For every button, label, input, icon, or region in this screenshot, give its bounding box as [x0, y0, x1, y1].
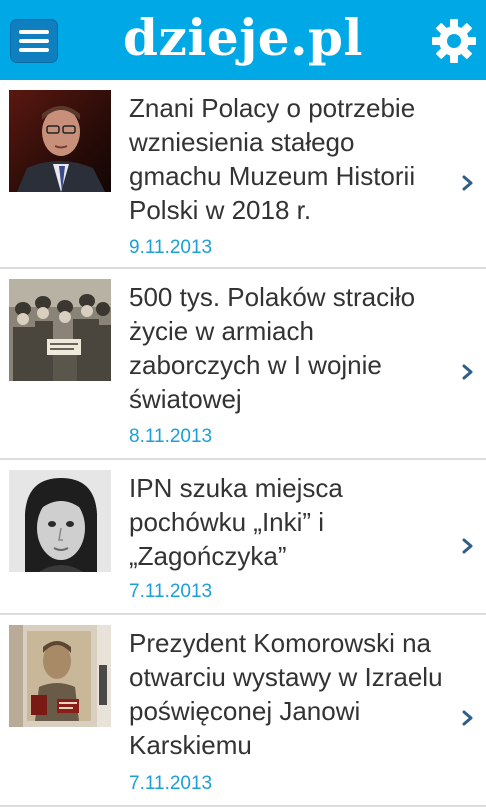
top-bar: dzieje.pl — [0, 0, 486, 80]
gear-icon — [432, 19, 476, 63]
article-title[interactable]: Znani Polacy o potrzebie wzniesienia sta… — [129, 91, 451, 227]
settings-button[interactable] — [431, 18, 477, 64]
chevron-right-icon — [462, 710, 473, 726]
article-thumbnail — [9, 279, 111, 381]
article-item[interactable]: Znani Polacy o potrzebie wzniesienia sta… — [0, 80, 486, 269]
article-date: 8.11.2013 — [129, 426, 213, 447]
article-item[interactable]: Prezydent Komorowski na otwarciu wystawy… — [0, 615, 486, 807]
app-logo[interactable]: dzieje.pl — [0, 6, 486, 70]
chevron-right-icon — [462, 364, 473, 380]
article-title[interactable]: IPN szuka miejsca pochówku „Inki” i „Zag… — [129, 471, 451, 573]
article-title[interactable]: 500 tys. Polaków straciło życie w armiac… — [129, 280, 451, 416]
article-thumbnail — [9, 470, 111, 572]
article-date: 9.11.2013 — [129, 237, 213, 258]
article-title[interactable]: Prezydent Komorowski na otwarciu wystawy… — [129, 626, 451, 762]
article-item[interactable]: 500 tys. Polaków straciło życie w armiac… — [0, 269, 486, 460]
article-list: Znani Polacy o potrzebie wzniesienia sta… — [0, 80, 486, 807]
article-date: 7.11.2013 — [129, 581, 213, 602]
chevron-right-icon — [462, 538, 473, 554]
article-item[interactable]: IPN szuka miejsca pochówku „Inki” i „Zag… — [0, 460, 486, 615]
article-thumbnail — [9, 90, 111, 192]
chevron-right-icon — [462, 175, 473, 191]
article-thumbnail — [9, 625, 111, 727]
article-date: 7.11.2013 — [129, 773, 213, 794]
